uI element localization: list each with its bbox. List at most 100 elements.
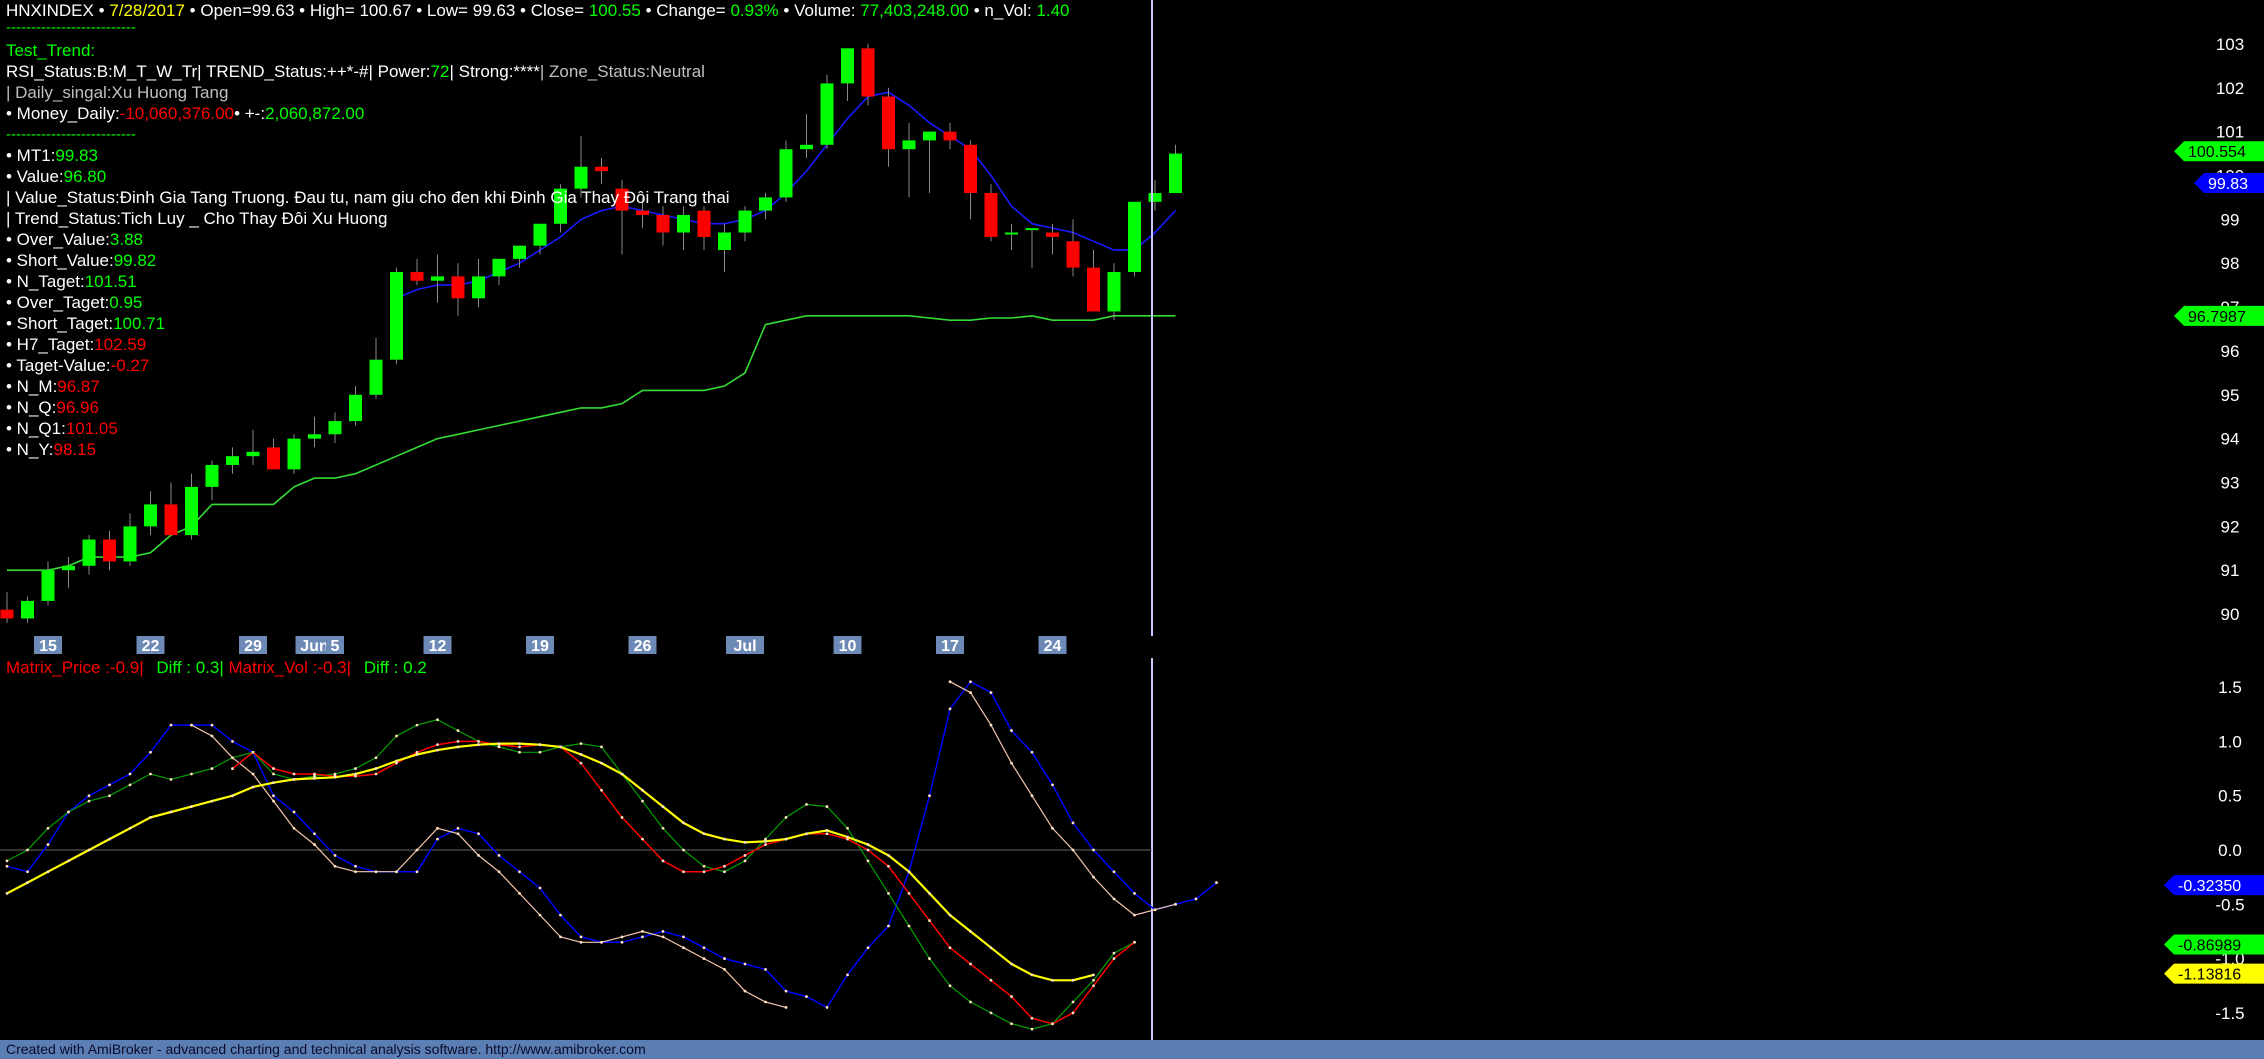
osc-point bbox=[1010, 962, 1013, 966]
osc-point bbox=[456, 832, 460, 836]
osc-point bbox=[149, 816, 152, 819]
osc-point bbox=[764, 843, 767, 846]
osc-point bbox=[907, 870, 911, 874]
osc-point bbox=[1030, 1027, 1034, 1031]
osc-point bbox=[887, 924, 890, 928]
osc-point bbox=[497, 870, 501, 874]
info-item-label: • Taget-Value: bbox=[6, 356, 111, 375]
osc-point bbox=[928, 892, 931, 895]
info-item-label: • N_Taget: bbox=[6, 272, 85, 291]
info-item: • Over_Value:3.88 bbox=[6, 229, 730, 250]
osc-point bbox=[579, 761, 583, 765]
osc-y-tick: -0.5 bbox=[2215, 895, 2244, 914]
osc-point bbox=[149, 750, 152, 754]
osc-point bbox=[846, 835, 849, 839]
osc-point bbox=[374, 756, 378, 760]
osc-point bbox=[67, 859, 70, 863]
osc-point bbox=[723, 957, 726, 960]
osc-point bbox=[1112, 897, 1116, 901]
osc-point bbox=[1071, 1011, 1075, 1015]
osc-point bbox=[477, 740, 480, 743]
date-label: 29 bbox=[244, 638, 262, 655]
osc-point bbox=[169, 723, 173, 727]
osc-point bbox=[108, 794, 111, 798]
osc-point bbox=[333, 864, 337, 868]
candle-up bbox=[759, 197, 772, 211]
osc-point bbox=[128, 783, 132, 787]
osc-point bbox=[231, 794, 234, 798]
osc-point bbox=[600, 788, 603, 792]
price-y-tick: 92 bbox=[2221, 517, 2240, 536]
candle-up bbox=[1025, 228, 1039, 231]
candle-up bbox=[144, 504, 157, 527]
osc-point bbox=[538, 913, 542, 917]
osc-point bbox=[477, 832, 480, 836]
osc-point bbox=[620, 935, 624, 939]
osc-point bbox=[436, 718, 439, 722]
osc-point bbox=[948, 707, 952, 711]
osc-point bbox=[682, 821, 685, 825]
osc-point bbox=[948, 913, 952, 917]
price-y-tick: 91 bbox=[2221, 561, 2240, 580]
high-label: High= bbox=[309, 1, 355, 20]
osc-point bbox=[436, 826, 439, 830]
osc-point bbox=[313, 776, 316, 780]
candle-up bbox=[1128, 201, 1141, 272]
osc-point bbox=[682, 946, 685, 950]
osc-point bbox=[989, 978, 993, 982]
money-label: • Money_Daily: bbox=[6, 104, 120, 123]
info-items: • MT1:99.83 • Value:96.80 | Value_Status:Đ… bbox=[6, 145, 730, 460]
candle-up bbox=[123, 526, 137, 562]
open-label: Open= bbox=[200, 1, 252, 20]
osc-point bbox=[723, 870, 726, 874]
info-item: • H7_Taget:102.59 bbox=[6, 334, 730, 355]
osc-point bbox=[374, 767, 378, 770]
osc-point bbox=[948, 984, 952, 988]
osc-point bbox=[313, 843, 316, 846]
osc-point bbox=[374, 772, 378, 776]
osc-point bbox=[292, 772, 296, 776]
info-item-value: 101.51 bbox=[84, 272, 137, 291]
osc-point bbox=[415, 723, 419, 727]
price-y-tick: 99 bbox=[2221, 210, 2240, 229]
candle-down bbox=[964, 144, 977, 194]
osc-point bbox=[272, 781, 275, 785]
osc-point bbox=[969, 691, 972, 694]
osc-series-line bbox=[6, 719, 1135, 1030]
date-label: 19 bbox=[531, 638, 549, 655]
osc-point bbox=[1112, 957, 1116, 960]
osc-point bbox=[436, 837, 439, 841]
osc-point bbox=[538, 886, 542, 890]
osc-point bbox=[497, 854, 501, 857]
zone-status: | Zone_Status:Neutral bbox=[539, 62, 705, 81]
osc-point bbox=[825, 1006, 829, 1009]
date-label: 12 bbox=[429, 638, 447, 655]
osc-point bbox=[1010, 729, 1013, 732]
candle-up bbox=[185, 486, 198, 536]
osc-point bbox=[1030, 750, 1034, 754]
osc-point bbox=[518, 870, 521, 874]
osc-point bbox=[661, 859, 665, 863]
osc-point bbox=[620, 816, 624, 819]
nvol-value: 1.40 bbox=[1036, 1, 1070, 20]
sep: • bbox=[973, 1, 980, 20]
osc-point bbox=[354, 767, 357, 770]
osc-point bbox=[661, 935, 665, 939]
osc-point bbox=[620, 772, 624, 776]
osc-point bbox=[641, 837, 644, 841]
osc-point bbox=[969, 930, 972, 933]
osc-point bbox=[1030, 973, 1034, 977]
osc-point bbox=[1092, 848, 1095, 852]
osc-point bbox=[292, 810, 296, 814]
info-item-value: 98.15 bbox=[53, 440, 97, 459]
sep: • bbox=[189, 1, 196, 20]
osc-point bbox=[989, 1011, 993, 1015]
osc-point bbox=[190, 805, 193, 808]
matrix-diff1: Diff : 0.3| bbox=[156, 658, 224, 677]
info-item: • Short_Value:99.82 bbox=[6, 250, 730, 271]
sep: • bbox=[645, 1, 652, 20]
date-label: 15 bbox=[39, 638, 57, 655]
osc-point bbox=[1030, 1016, 1034, 1020]
osc-point bbox=[5, 864, 9, 868]
osc-point bbox=[395, 870, 398, 874]
